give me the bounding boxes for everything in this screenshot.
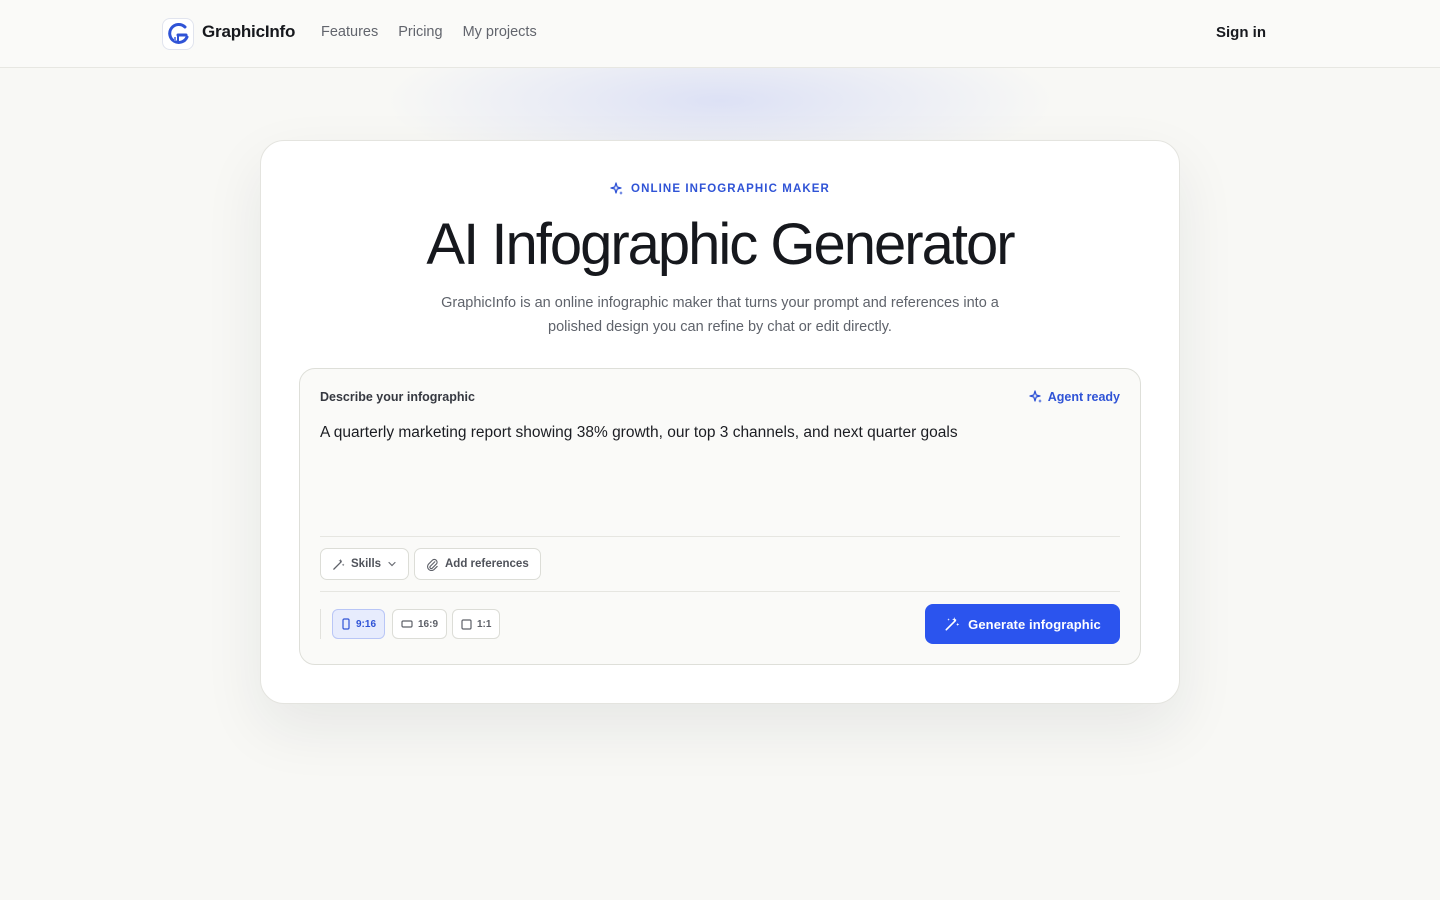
skills-button[interactable]: Skills — [320, 548, 410, 580]
portrait-icon — [342, 618, 350, 630]
separator — [320, 609, 321, 639]
graphicinfo-logo-icon[interactable] — [162, 18, 194, 50]
ratio-label: 1:1 — [477, 618, 492, 630]
add-references-button[interactable]: Add references — [414, 548, 541, 580]
main-nav: Features Pricing My projects — [321, 24, 537, 40]
prompt-input[interactable]: A quarterly marketing report showing 38%… — [320, 422, 1120, 444]
skills-label: Skills — [351, 558, 382, 570]
page-subtitle: GraphicInfo is an online infographic mak… — [441, 295, 999, 335]
sparkle-icon — [1029, 390, 1042, 403]
magic-wand-icon — [945, 617, 960, 631]
eyebrow-text: ONLINE INFOGRAPHIC MAKER — [631, 183, 830, 195]
ratio-9-16-button[interactable]: 9:16 — [332, 609, 386, 639]
chevron-down-icon — [388, 561, 396, 567]
paperclip-icon — [427, 558, 438, 571]
generate-label: Generate infographic — [968, 616, 1101, 632]
eyebrow: ONLINE INFOGRAPHIC MAKER — [261, 182, 1179, 196]
top-navbar: GraphicInfo Features Pricing My projects… — [0, 0, 1440, 68]
generator-card: ONLINE INFOGRAPHIC MAKER AI Infographic … — [260, 140, 1180, 704]
ratio-16-9-button[interactable]: 16:9 — [392, 609, 448, 639]
add-references-label: Add references — [445, 558, 529, 570]
generate-infographic-button[interactable]: Generate infographic — [925, 604, 1120, 644]
page-title: AI Infographic Generator — [426, 212, 1015, 277]
nav-features[interactable]: Features — [321, 24, 378, 40]
magic-wand-icon — [333, 558, 345, 570]
brand-name[interactable]: GraphicInfo — [202, 22, 295, 42]
square-icon — [461, 618, 472, 630]
divider — [320, 536, 1120, 537]
landscape-icon — [401, 620, 413, 628]
nav-pricing[interactable]: Pricing — [398, 24, 442, 40]
agent-status: Agent ready — [1029, 390, 1120, 404]
agent-status-text: Agent ready — [1047, 390, 1120, 404]
nav-my-projects[interactable]: My projects — [463, 24, 537, 40]
ratio-label: 16:9 — [418, 618, 439, 630]
ratio-label: 9:16 — [356, 618, 377, 630]
prompt-label: Describe your infographic — [320, 390, 475, 404]
divider — [320, 591, 1120, 592]
ratio-1-1-button[interactable]: 1:1 — [452, 609, 501, 639]
sparkle-icon — [610, 182, 624, 195]
sign-in-link[interactable]: Sign in — [1216, 24, 1266, 41]
prompt-composer: Describe your infographic Agent ready A … — [299, 368, 1141, 665]
